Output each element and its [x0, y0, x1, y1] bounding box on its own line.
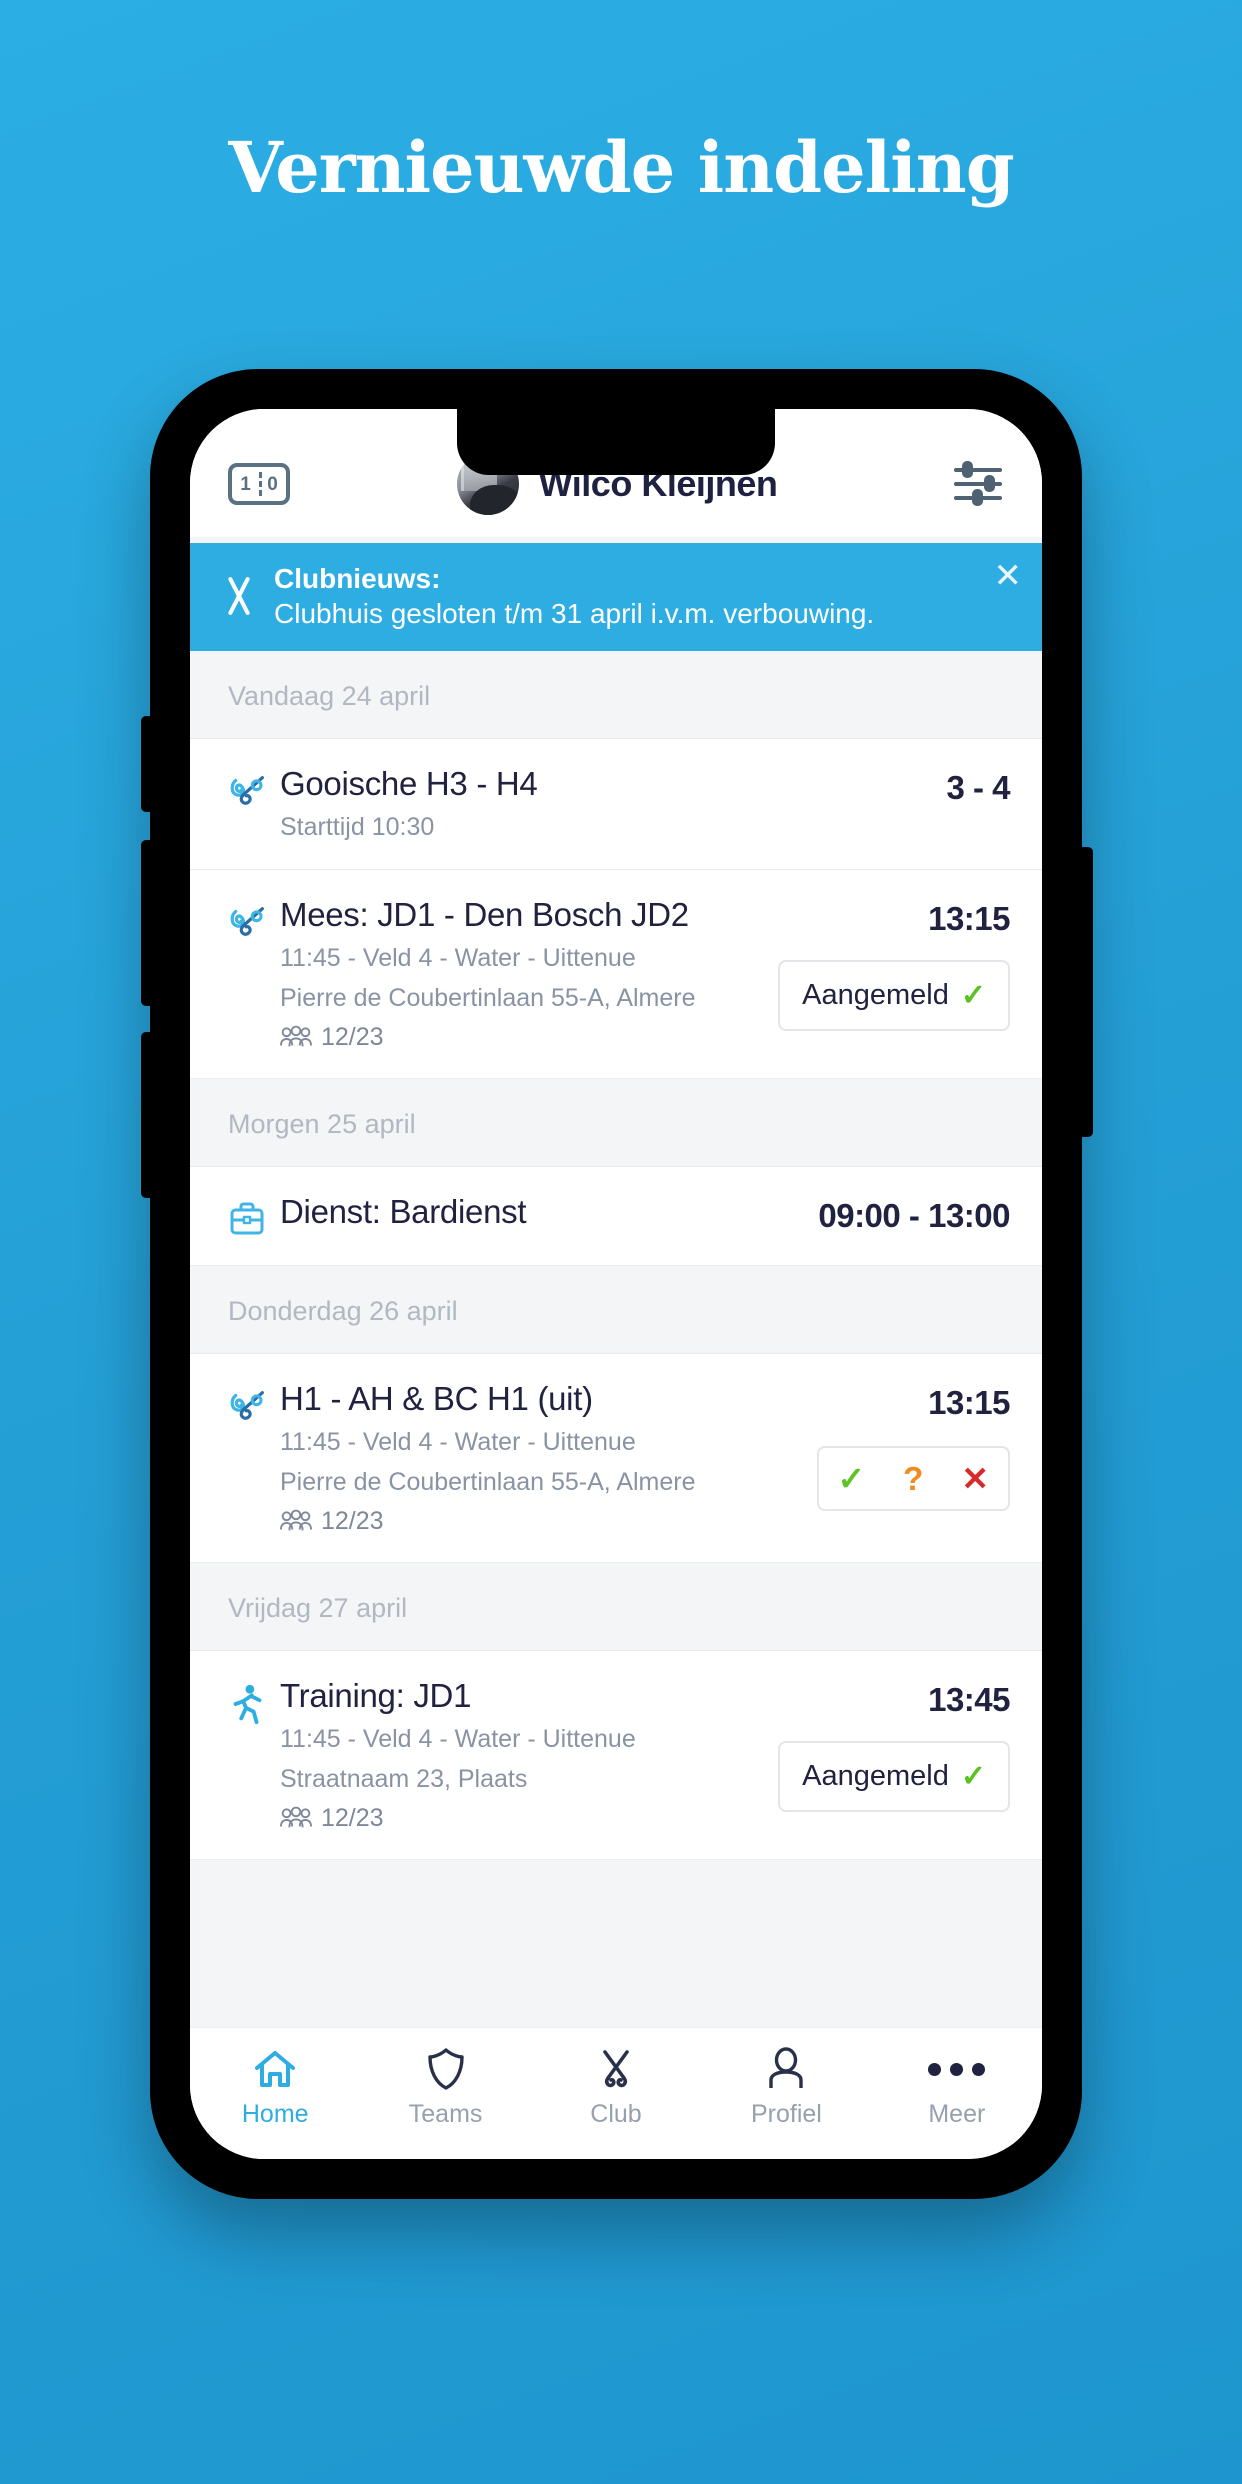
tab-teams-label: Teams: [408, 2100, 483, 2128]
hockey-sticks-icon: [228, 896, 274, 942]
event-details: Training: JD1 11:45 - Veld 4 - Water - U…: [274, 1677, 778, 1833]
attendance-count: 12/23: [321, 1022, 384, 1051]
hockey-sticks-icon: [216, 573, 262, 619]
event-line: Starttijd 10:30: [280, 812, 435, 841]
event-row[interactable]: Gooische H3 - H4 Starttijd 10:30 3 - 4: [190, 739, 1042, 870]
running-icon: [228, 1677, 274, 1727]
day-header: Vandaag 24 april: [190, 651, 1042, 739]
bottom-tab-bar: Home Teams Club Profiel Meer: [190, 2027, 1042, 2159]
shield-icon: [426, 2046, 466, 2092]
event-title: Dienst: Bardienst: [280, 1192, 527, 1230]
availability-buttons: ✓ ? ✕: [816, 1445, 1010, 1511]
event-title: H1 - AH & BC H1 (uit): [280, 1379, 593, 1417]
event-attendance: 12/23: [280, 1507, 817, 1536]
app-content: Clubnieuws: Clubhuis gesloten t/m 31 apr…: [190, 537, 1042, 2027]
hockey-sticks-icon: [594, 2046, 638, 2092]
phone-mockup: 1 0 Wilco Kleijnen Clubnieuws: Clubhuis …: [141, 369, 1093, 2199]
tab-meer[interactable]: Meer: [872, 2046, 1042, 2129]
tab-profiel[interactable]: Profiel: [701, 2046, 871, 2129]
event-title: Training: JD1: [280, 1676, 472, 1714]
signed-up-button[interactable]: Aangemeld ✓: [778, 1740, 1010, 1812]
event-details: Dienst: Bardienst: [274, 1193, 818, 1231]
phone-volume-up-button: [141, 840, 152, 1006]
tab-teams[interactable]: Teams: [360, 2046, 530, 2129]
sliders-icon[interactable]: [954, 461, 1002, 506]
event-row[interactable]: H1 - AH & BC H1 (uit) 11:45 - Veld 4 - W…: [190, 1353, 1042, 1563]
phone-volume-down-button: [141, 1032, 152, 1198]
ellipsis-icon: [928, 2046, 986, 2092]
event-details: H1 - AH & BC H1 (uit) 11:45 - Veld 4 - W…: [274, 1380, 817, 1536]
signed-up-label: Aangemeld: [802, 978, 949, 1011]
tab-home-label: Home: [241, 2100, 309, 2128]
phone-silent-switch: [141, 716, 152, 812]
event-row[interactable]: Mees: JD1 - Den Bosch JD2 11:45 - Veld 4…: [190, 869, 1042, 1079]
event-title: Mees: JD1 - Den Bosch JD2: [280, 895, 689, 933]
available-yes-button[interactable]: ✓: [819, 1448, 885, 1509]
tab-profiel-label: Profiel: [750, 2100, 822, 2128]
event-title: Gooische H3 - H4: [280, 765, 538, 802]
banner-title: Clubnieuws:: [274, 563, 441, 594]
hockey-sticks-icon: [228, 765, 274, 811]
phone-notch: [457, 409, 775, 475]
phone-screen: 1 0 Wilco Kleijnen Clubnieuws: Clubhuis …: [190, 409, 1042, 2159]
event-details: Mees: JD1 - Den Bosch JD2 11:45 - Veld 4…: [274, 896, 778, 1052]
tab-club[interactable]: Club: [531, 2046, 701, 2129]
event-attendance: 12/23: [280, 1023, 778, 1052]
event-line: Pierre de Coubertinlaan 55-A, Almere: [280, 1467, 696, 1496]
event-meta: 13:15 Aangemeld ✓: [778, 896, 1010, 1031]
banner-message: Clubhuis gesloten t/m 31 april i.v.m. ve…: [274, 598, 875, 629]
event-details: Gooische H3 - H4 Starttijd 10:30: [274, 765, 830, 843]
attendance-count: 12/23: [321, 1803, 384, 1832]
event-attendance: 12/23: [280, 1804, 778, 1833]
check-icon: ✓: [960, 978, 986, 1012]
event-meta: 09:00 - 13:00: [818, 1193, 1010, 1235]
event-time: 13:45: [928, 1680, 1010, 1718]
day-header: Morgen 25 april: [190, 1078, 1042, 1167]
available-no-button[interactable]: ✕: [942, 1448, 1008, 1509]
tab-meer-label: Meer: [928, 2100, 986, 2128]
hockey-sticks-icon: [228, 1380, 274, 1426]
event-row[interactable]: Dienst: Bardienst 09:00 - 13:00: [190, 1166, 1042, 1266]
day-header: Donderdag 26 april: [190, 1265, 1042, 1354]
event-line: Straatnaam 23, Plaats: [280, 1764, 528, 1793]
event-row[interactable]: Training: JD1 11:45 - Veld 4 - Water - U…: [190, 1650, 1042, 1860]
day-header: Vrijdag 27 april: [190, 1562, 1042, 1651]
event-meta: 13:45 Aangemeld ✓: [778, 1677, 1010, 1812]
event-line: 11:45 - Veld 4 - Water - Uittenue: [280, 943, 636, 972]
scoreboard-away-score: 0: [267, 473, 278, 495]
phone-power-button: [1081, 847, 1093, 1137]
scoreboard-icon[interactable]: 1 0: [228, 463, 290, 505]
event-time: 13:15: [928, 899, 1010, 937]
check-icon: ✓: [960, 1759, 986, 1793]
close-icon[interactable]: ✕: [994, 559, 1023, 593]
event-time: 09:00 - 13:00: [818, 1196, 1010, 1234]
briefcase-icon: [228, 1193, 274, 1239]
event-line: 11:45 - Veld 4 - Water - Uittenue: [280, 1724, 636, 1753]
event-score: 3 - 4: [946, 769, 1010, 806]
tab-club-label: Club: [590, 2100, 642, 2128]
event-line: Pierre de Coubertinlaan 55-A, Almere: [280, 983, 696, 1012]
event-time: 13:15: [928, 1383, 1010, 1421]
signed-up-button[interactable]: Aangemeld ✓: [778, 959, 1010, 1031]
tab-home[interactable]: Home: [190, 2046, 360, 2129]
event-meta: 3 - 4: [830, 765, 1010, 807]
home-icon: [253, 2046, 297, 2092]
person-icon: [766, 2046, 806, 2092]
list-bottom-spacer: [190, 1859, 1042, 1938]
scoreboard-home-score: 1: [240, 473, 251, 495]
signed-up-label: Aangemeld: [802, 1759, 949, 1792]
page-title: Vernieuwde indeling: [228, 126, 1014, 209]
available-maybe-button[interactable]: ?: [884, 1448, 942, 1509]
club-news-banner[interactable]: Clubnieuws: Clubhuis gesloten t/m 31 apr…: [190, 543, 1042, 651]
event-meta: 13:15 ✓ ? ✕: [816, 1380, 1010, 1511]
banner-text: Clubnieuws: Clubhuis gesloten t/m 31 apr…: [274, 561, 986, 631]
event-line: 11:45 - Veld 4 - Water - Uittenue: [280, 1427, 636, 1456]
attendance-count: 12/23: [321, 1506, 384, 1535]
